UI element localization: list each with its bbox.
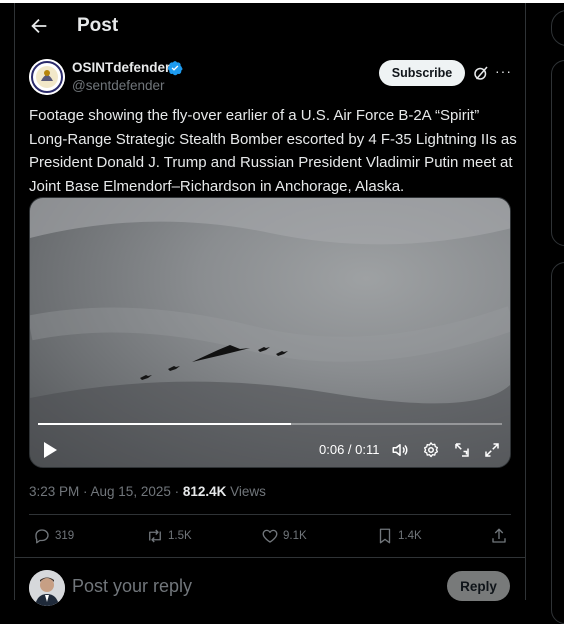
like-action[interactable]: 9.1K	[261, 526, 307, 546]
verified-badge-icon	[168, 61, 183, 76]
reply-input[interactable]: Post your reply	[72, 576, 192, 597]
video-progress-fill	[38, 423, 291, 425]
column-left-border	[14, 3, 15, 600]
column-right-border	[525, 3, 526, 600]
more-options-icon[interactable]: ···	[495, 63, 512, 79]
views-count: 812.4K	[182, 484, 227, 499]
video-progress-bar[interactable]	[38, 423, 502, 425]
bookmark-action[interactable]: 1.4K	[376, 526, 422, 546]
sidebar-search-card[interactable]	[551, 10, 564, 46]
video-time: 0:06 / 0:11	[319, 442, 380, 457]
sidebar-card	[551, 262, 564, 624]
sidebar-card	[551, 60, 564, 246]
reply-button[interactable]: Reply	[447, 571, 510, 601]
user-avatar[interactable]	[29, 570, 65, 606]
heart-icon	[262, 529, 278, 543]
author-avatar[interactable]	[29, 59, 65, 95]
like-count: 9.1K	[283, 530, 307, 542]
back-arrow-icon[interactable]	[28, 15, 50, 37]
subscribe-button[interactable]: Subscribe	[379, 60, 465, 86]
author-handle[interactable]: @sentdefender	[72, 78, 165, 93]
views-label: Views	[226, 484, 266, 499]
reply-icon	[35, 529, 49, 544]
grok-icon[interactable]	[472, 64, 490, 82]
bookmark-count: 1.4K	[398, 530, 422, 542]
fullscreen-icon[interactable]	[483, 441, 501, 459]
play-icon[interactable]	[42, 441, 58, 459]
video-player[interactable]: 0:06 / 0:11	[29, 197, 511, 468]
reply-count: 319	[55, 530, 75, 542]
post-meta: 3:23 PM · Aug 15, 2025 · 812.4K Views	[29, 484, 266, 499]
post-timestamp[interactable]: 3:23 PM · Aug 15, 2025 ·	[29, 484, 183, 499]
page-title: Post	[77, 15, 119, 36]
repost-action[interactable]: 1.5K	[146, 526, 192, 546]
repost-count: 1.5K	[168, 530, 192, 542]
tweet-text: Footage showing the fly-over earlier of …	[29, 107, 517, 195]
picture-in-picture-icon[interactable]	[453, 441, 471, 459]
top-edge	[0, 0, 564, 3]
volume-icon[interactable]	[391, 441, 409, 459]
reply-action[interactable]: 319	[33, 526, 74, 546]
bookmark-icon	[379, 528, 391, 544]
share-icon	[492, 528, 506, 543]
divider	[29, 514, 511, 515]
author-name[interactable]: OSINTdefender	[72, 60, 170, 75]
divider	[14, 557, 525, 558]
repost-icon	[149, 529, 161, 543]
settings-gear-icon[interactable]	[422, 441, 440, 459]
share-action[interactable]	[490, 526, 508, 546]
video-frame	[30, 198, 510, 467]
